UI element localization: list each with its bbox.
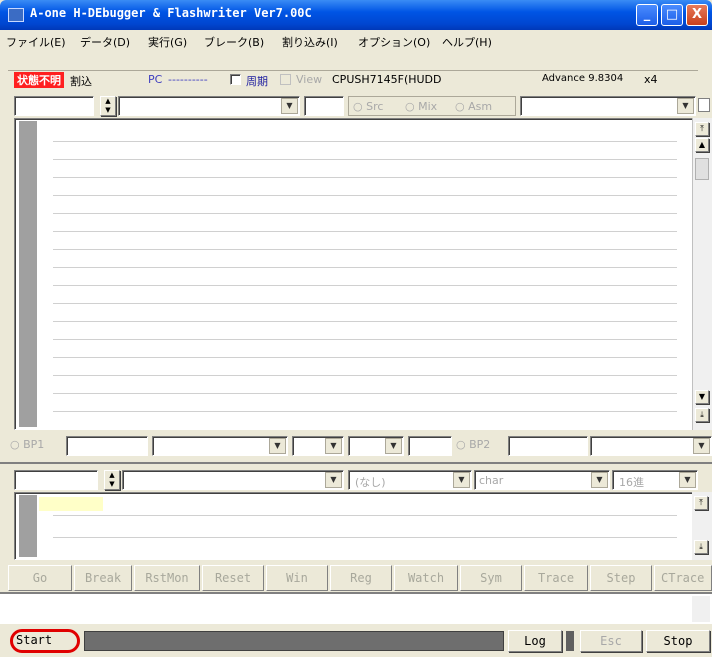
go-button[interactable]: Go	[8, 565, 72, 591]
watch-none-combo[interactable]: (なし) ▼	[348, 470, 472, 490]
view-checkbox[interactable]	[280, 74, 291, 85]
minimize-button[interactable]: _	[636, 4, 658, 26]
menu-break[interactable]: ブレーク(B)	[204, 34, 264, 50]
chevron-down-icon[interactable]: ▼	[325, 438, 342, 454]
reg-button[interactable]: Reg	[330, 565, 392, 591]
watch-list[interactable]	[14, 492, 698, 560]
watch-type-combo[interactable]: char ▼	[474, 470, 610, 490]
option-checkbox[interactable]	[698, 98, 710, 112]
chevron-down-icon[interactable]: ▼	[281, 98, 298, 114]
menu-interrupt[interactable]: 割り込み(I)	[282, 34, 338, 50]
bp1-radio[interactable]: ○ BP1	[10, 438, 44, 451]
interrupt-label: 割込	[70, 75, 92, 88]
maximize-button[interactable]: □	[661, 4, 683, 26]
watch-none-value: (なし)	[355, 476, 386, 489]
bp1-value-input[interactable]	[408, 436, 452, 456]
watch-button[interactable]: Watch	[394, 565, 458, 591]
multiplier-label: x4	[644, 73, 658, 86]
ctrace-button[interactable]: CTrace	[654, 565, 712, 591]
source-scrollbar[interactable]: ⤒ ▲ ▼ ⤓	[692, 118, 712, 430]
win-button[interactable]: Win	[266, 565, 328, 591]
bp1-condition-combo[interactable]: ▼	[292, 436, 344, 456]
address-spinner[interactable]: ▲ ▼	[100, 96, 116, 116]
rstmon-button[interactable]: RstMon	[134, 565, 200, 591]
watch-symbol-combo[interactable]: ▼	[122, 470, 344, 490]
menu-help[interactable]: ヘルプ(H)	[442, 34, 492, 50]
scroll-top-icon[interactable]: ⤒	[695, 122, 709, 136]
file-combo[interactable]: ▼	[520, 96, 696, 116]
menu-data[interactable]: データ(D)	[80, 34, 130, 50]
progress-bar	[84, 631, 504, 651]
break-button[interactable]: Break	[74, 565, 132, 591]
view-label: View	[296, 73, 323, 86]
cpu-label: CPUSH7145F(HUDD	[332, 73, 442, 86]
status-row: 状態不明 割込 PC ---------- 周期 View CPUSH7145F…	[8, 70, 698, 88]
source-view[interactable]	[14, 118, 698, 430]
address-input[interactable]	[14, 96, 94, 116]
editor-gutter	[19, 121, 37, 427]
app-icon	[8, 8, 24, 22]
chevron-down-icon[interactable]: ▼	[693, 438, 710, 454]
chevron-down-icon[interactable]: ▼	[679, 472, 696, 488]
chevron-down-icon[interactable]: ▼	[269, 438, 286, 454]
pc-label: PC	[148, 73, 163, 86]
scroll-up-icon[interactable]: ▲	[695, 138, 709, 152]
scroll-down-icon[interactable]: ▼	[695, 390, 709, 404]
bp1-address-input[interactable]	[66, 436, 148, 456]
chevron-down-icon[interactable]: ▼	[677, 98, 694, 114]
watch-radix-value: 16進	[619, 476, 644, 489]
scroll-top-icon[interactable]: ⤒	[694, 496, 708, 510]
bp1-function-combo[interactable]: ▼	[152, 436, 288, 456]
watch-radix-combo[interactable]: 16進 ▼	[612, 470, 698, 490]
menu-bar: ファイル(E) データ(D) 実行(G) ブレーク(B) 割り込み(I) オプシ…	[0, 30, 712, 54]
version-label: Advance 9.8304	[542, 73, 624, 84]
reset-button[interactable]: Reset	[202, 565, 264, 591]
chevron-down-icon[interactable]: ▼	[453, 472, 470, 488]
mode-asm-radio[interactable]: ○ Asm	[455, 100, 492, 113]
bottom-bar: Start Log Esc Stop	[0, 625, 712, 657]
trace-button[interactable]: Trace	[524, 565, 588, 591]
message-area	[0, 592, 712, 624]
scroll-thumb[interactable]	[695, 158, 709, 180]
watch-spinner[interactable]: ▲ ▼	[104, 470, 120, 490]
watch-type-value: char	[479, 474, 504, 487]
menu-run[interactable]: 実行(G)	[148, 34, 187, 50]
title-bar[interactable]: A-one H-DEbugger & Flashwriter Ver7.00C …	[0, 0, 712, 30]
log-button[interactable]: Log	[508, 630, 562, 652]
watch-scrollbar[interactable]: ⤒ ⤓	[692, 492, 712, 560]
menu-options[interactable]: オプション(O)	[358, 34, 430, 50]
close-button[interactable]: X	[686, 4, 708, 26]
log-indicator	[566, 631, 574, 651]
bp2-address-input[interactable]	[508, 436, 588, 456]
stop-button[interactable]: Stop	[646, 630, 710, 652]
divider	[0, 462, 712, 464]
bp1-count-combo[interactable]: ▼	[348, 436, 404, 456]
state-badge: 状態不明	[14, 72, 64, 88]
watch-row-highlight[interactable]	[39, 497, 103, 511]
period-label: 周期	[246, 75, 268, 88]
pc-value: ----------	[168, 73, 208, 86]
bp2-radio[interactable]: ○ BP2	[456, 438, 490, 451]
step-button[interactable]: Step	[590, 565, 652, 591]
period-checkbox[interactable]	[230, 74, 241, 85]
function-combo[interactable]: ▼	[118, 96, 300, 116]
view-mode-group: ○ Src ○ Mix ○ Asm	[348, 96, 516, 116]
chevron-down-icon[interactable]: ▼	[325, 472, 342, 488]
mode-src-radio[interactable]: ○ Src	[353, 100, 383, 113]
scroll-bottom-icon[interactable]: ⤓	[695, 408, 709, 422]
chevron-down-icon[interactable]: ▼	[385, 438, 402, 454]
line-input[interactable]	[304, 96, 344, 116]
esc-button[interactable]: Esc	[580, 630, 642, 652]
menu-file[interactable]: ファイル(E)	[6, 34, 66, 50]
window-title: A-one H-DEbugger & Flashwriter Ver7.00C	[30, 6, 312, 20]
sym-button[interactable]: Sym	[460, 565, 522, 591]
watch-address-input[interactable]	[14, 470, 98, 490]
message-scrollbar[interactable]	[692, 596, 710, 622]
bp2-function-combo[interactable]: ▼	[590, 436, 712, 456]
watch-gutter	[19, 495, 37, 557]
mode-mix-radio[interactable]: ○ Mix	[405, 100, 437, 113]
chevron-down-icon[interactable]: ▼	[591, 472, 608, 488]
scroll-bottom-icon[interactable]: ⤓	[694, 540, 708, 554]
start-button[interactable]: Start	[16, 633, 52, 647]
